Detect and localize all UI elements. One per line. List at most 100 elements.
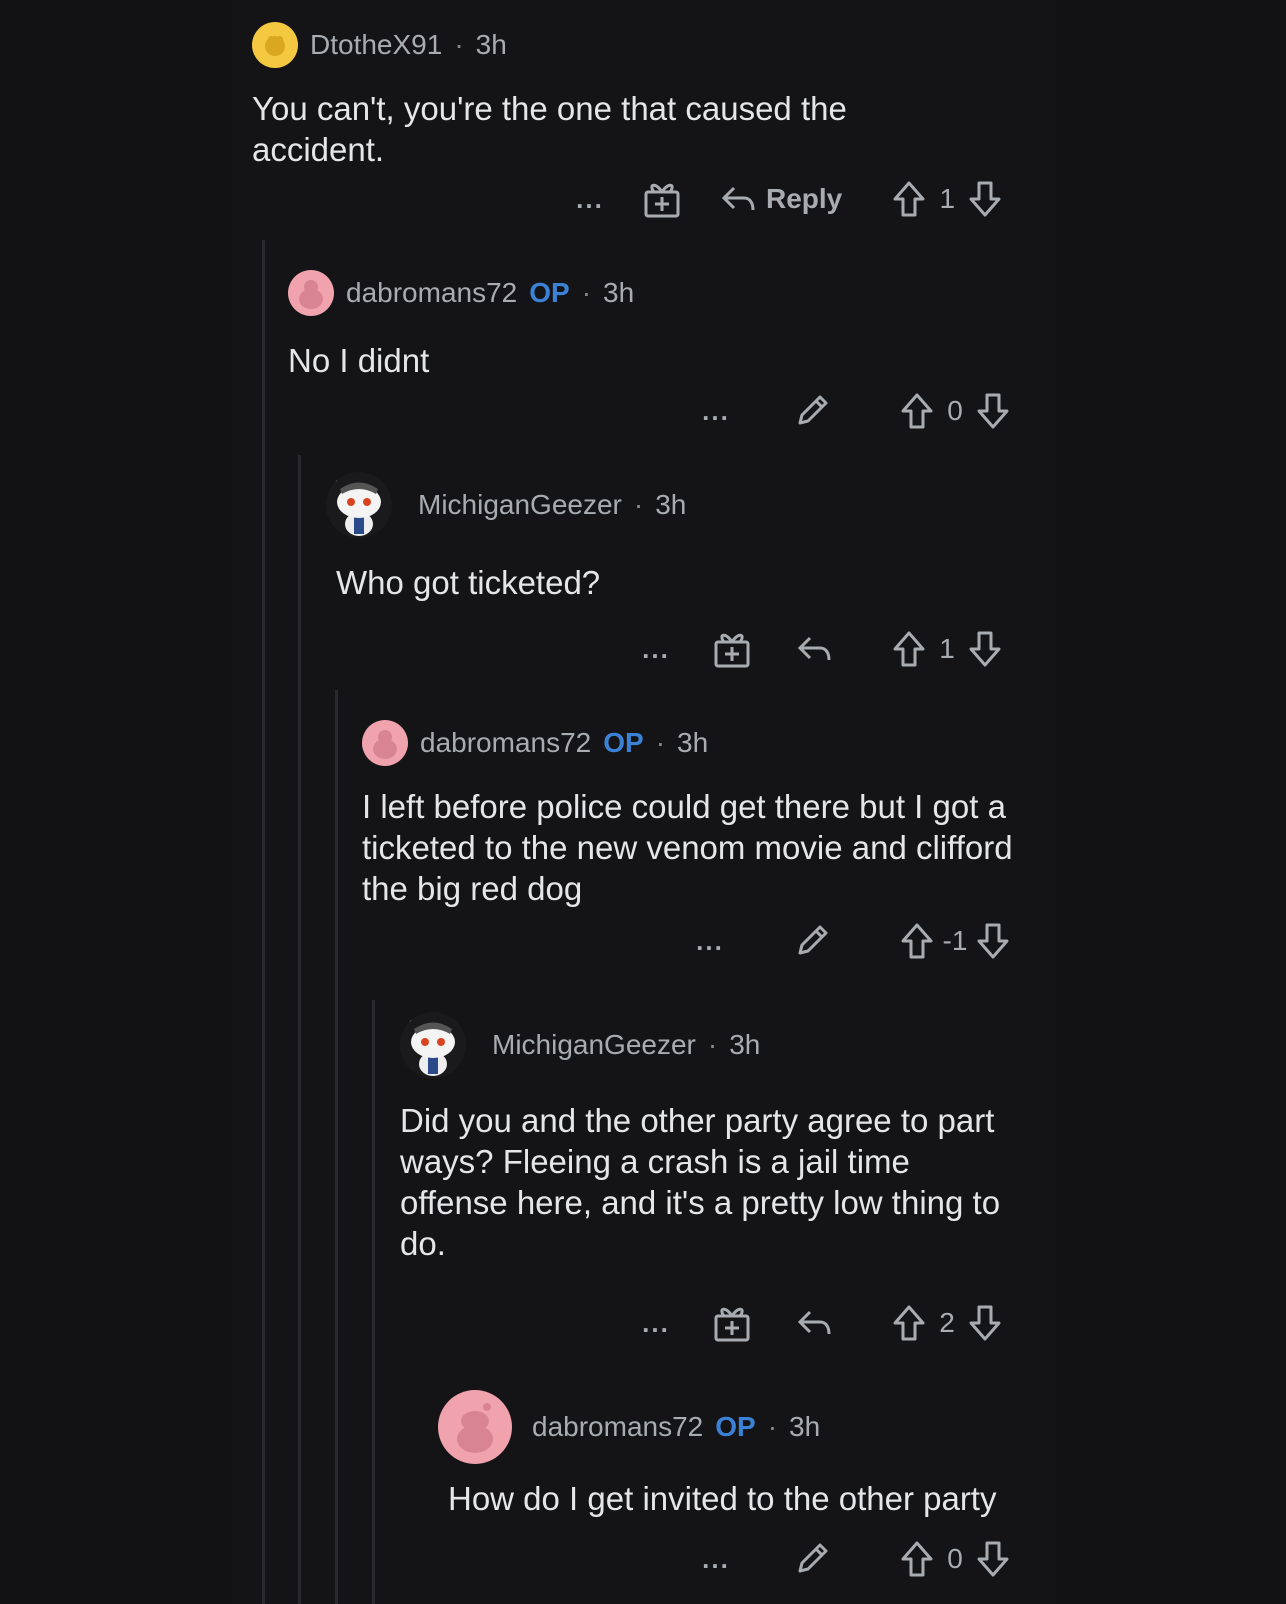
- comment-header: MichiganGeezer · 3h: [400, 1012, 1040, 1078]
- downvote-icon: [969, 631, 1001, 667]
- comment-actions: ... Reply 1: [560, 180, 1002, 218]
- thread-line[interactable]: [335, 690, 338, 1604]
- comment: DtotheX91 · 3h You can't, you're the one…: [252, 22, 1012, 170]
- comment-actions: ... 1: [626, 630, 1002, 668]
- downvote-button[interactable]: [976, 922, 1010, 960]
- downvote-button[interactable]: [968, 630, 1002, 668]
- upvote-button[interactable]: [892, 630, 926, 668]
- vote-count: 2: [939, 1307, 955, 1338]
- downvote-button[interactable]: [968, 1304, 1002, 1342]
- edit-button[interactable]: [794, 393, 830, 429]
- timestamp: 3h: [729, 1029, 761, 1060]
- timestamp: 3h: [677, 727, 709, 758]
- more-options-button[interactable]: ...: [686, 1544, 746, 1575]
- comment: dabromans72 OP · 3h I left before police…: [362, 720, 1062, 909]
- upvote-icon: [901, 923, 933, 959]
- username[interactable]: dabromans72: [532, 1411, 703, 1443]
- comment-text: No I didnt: [288, 342, 430, 379]
- timestamp: 3h: [655, 489, 687, 520]
- username[interactable]: DtotheX91: [310, 29, 442, 61]
- avatar[interactable]: [400, 1012, 466, 1078]
- thread-line[interactable]: [372, 1000, 375, 1604]
- avatar[interactable]: [252, 22, 298, 68]
- upvote-button[interactable]: [900, 922, 934, 960]
- downvote-button[interactable]: [976, 392, 1010, 430]
- edit-button[interactable]: [794, 1541, 830, 1577]
- avatar[interactable]: [438, 1390, 512, 1464]
- downvote-icon: [977, 393, 1009, 429]
- downvote-icon: [969, 181, 1001, 217]
- thread-line[interactable]: [298, 455, 301, 1604]
- downvote-icon: [977, 1541, 1009, 1577]
- vote-count: -1: [942, 925, 968, 956]
- comment-actions: ... -1: [680, 922, 1010, 960]
- more-options-button[interactable]: ...: [626, 634, 686, 665]
- op-badge: OP: [715, 1411, 756, 1442]
- separator: ·: [633, 489, 644, 520]
- timestamp: 3h: [789, 1411, 821, 1442]
- upvote-button[interactable]: [892, 180, 926, 218]
- comment-actions: ... 0: [686, 392, 1010, 430]
- award-icon[interactable]: [712, 630, 752, 668]
- vote-count: 0: [947, 395, 963, 426]
- separator: ·: [655, 727, 666, 758]
- comment-header: dabromans72 OP · 3h: [288, 270, 1008, 316]
- username[interactable]: MichiganGeezer: [492, 1029, 696, 1061]
- upvote-button[interactable]: [900, 1540, 934, 1578]
- reply-label: Reply: [766, 183, 843, 214]
- pencil-icon: [798, 395, 828, 425]
- reply-button[interactable]: [796, 1308, 832, 1338]
- upvote-icon: [893, 1305, 925, 1341]
- pencil-icon: [798, 1543, 828, 1573]
- reply-icon: [721, 186, 755, 211]
- avatar[interactable]: [288, 270, 334, 316]
- comment-header: MichiganGeezer · 3h: [326, 472, 1026, 538]
- more-options-button[interactable]: ...: [626, 1308, 686, 1339]
- username[interactable]: MichiganGeezer: [418, 489, 622, 521]
- downvote-icon: [969, 1305, 1001, 1341]
- upvote-icon: [893, 181, 925, 217]
- downvote-button[interactable]: [968, 180, 1002, 218]
- username[interactable]: dabromans72: [420, 727, 591, 759]
- upvote-button[interactable]: [900, 392, 934, 430]
- upvote-icon: [901, 1541, 933, 1577]
- reply-button[interactable]: Reply: [720, 183, 842, 215]
- comment-actions: ... 2: [626, 1304, 1002, 1342]
- comment-actions: ... 0: [686, 1540, 1010, 1578]
- upvote-button[interactable]: [892, 1304, 926, 1342]
- comment-text: I left before police could get there but…: [362, 788, 1013, 907]
- timestamp: 3h: [603, 277, 635, 308]
- comment-text: How do I get invited to the other party: [448, 1480, 997, 1517]
- award-icon[interactable]: [642, 180, 682, 218]
- separator: ·: [767, 1411, 778, 1442]
- upvote-icon: [901, 393, 933, 429]
- timestamp: 3h: [475, 29, 507, 60]
- comment-header: DtotheX91 · 3h: [252, 22, 1012, 68]
- comment: dabromans72 OP · 3h How do I get invited…: [438, 1390, 1078, 1519]
- separator: ·: [707, 1029, 718, 1060]
- comment-header: dabromans72 OP · 3h: [362, 720, 1062, 766]
- avatar[interactable]: [362, 720, 408, 766]
- op-badge: OP: [529, 277, 570, 308]
- more-options-button[interactable]: ...: [680, 926, 740, 957]
- pencil-icon: [798, 925, 828, 955]
- upvote-icon: [893, 631, 925, 667]
- more-options-button[interactable]: ...: [686, 396, 746, 427]
- comment-text: Who got ticketed?: [336, 564, 601, 601]
- comment-text: Did you and the other party agree to par…: [400, 1102, 1001, 1262]
- reply-button[interactable]: [796, 634, 832, 664]
- more-options-button[interactable]: ...: [560, 184, 620, 215]
- op-badge: OP: [603, 727, 644, 758]
- reply-icon: [797, 1310, 831, 1335]
- vote-count: 1: [939, 633, 955, 664]
- award-icon[interactable]: [712, 1304, 752, 1342]
- edit-button[interactable]: [794, 923, 830, 959]
- downvote-button[interactable]: [976, 1540, 1010, 1578]
- separator: ·: [454, 29, 464, 60]
- avatar[interactable]: [326, 472, 392, 538]
- thread-line[interactable]: [262, 240, 265, 1604]
- comment: MichiganGeezer · 3h Did you and the othe…: [400, 1012, 1040, 1264]
- comment: MichiganGeezer · 3h Who got ticketed?: [326, 472, 1026, 603]
- reply-icon: [797, 636, 831, 661]
- username[interactable]: dabromans72: [346, 277, 517, 309]
